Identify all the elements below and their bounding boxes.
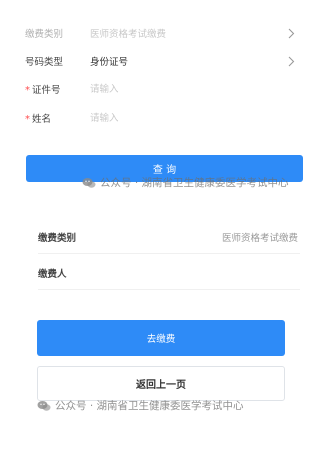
back-button[interactable]: 返回上一页 — [37, 366, 285, 401]
required-mark: * — [25, 85, 30, 96]
chevron-right-icon — [286, 26, 296, 40]
result-fee-category-row: 缴费类别 医师资格考试缴费 — [38, 220, 300, 254]
pay-button[interactable]: 去缴费 — [37, 320, 285, 356]
name-label-text: 姓名 — [32, 114, 52, 125]
id-type-label: 号码类型 — [25, 57, 64, 68]
fee-category-label: 缴费类别 — [25, 29, 64, 40]
watermark-text: 公众号 · 湖南省卫生健康委医学考试中心 — [55, 400, 244, 412]
fee-category-row[interactable]: 缴费类别 医师资格考试缴费 — [0, 18, 316, 48]
payer-row: 缴费人 — [38, 256, 300, 290]
id-type-row[interactable]: 号码类型 身份证号 — [0, 46, 316, 76]
wechat-icon — [37, 400, 51, 412]
watermark: 公众号 · 湖南省卫生健康委医学考试中心 — [82, 175, 289, 190]
required-mark: * — [25, 114, 30, 125]
name-label: * 姓名 — [25, 111, 51, 125]
name-row: * 姓名 — [0, 103, 316, 133]
fee-category-value: 医师资格考试缴费 — [90, 29, 167, 40]
chevron-right-icon — [286, 54, 296, 68]
watermark: 公众号 · 湖南省卫生健康委医学考试中心 — [37, 398, 244, 413]
result-fee-category-value: 医师资格考试缴费 — [221, 233, 298, 244]
payer-label: 缴费人 — [38, 269, 67, 280]
wechat-icon — [82, 177, 96, 189]
id-number-input[interactable] — [90, 80, 270, 98]
result-fee-category-label: 缴费类别 — [38, 233, 77, 244]
id-type-value: 身份证号 — [90, 57, 129, 68]
id-number-label: * 证件号 — [25, 82, 61, 96]
watermark-text: 公众号 · 湖南省卫生健康委医学考试中心 — [100, 177, 289, 189]
id-number-label-text: 证件号 — [32, 85, 61, 96]
name-input[interactable] — [90, 109, 270, 127]
id-number-row: * 证件号 — [0, 74, 316, 104]
